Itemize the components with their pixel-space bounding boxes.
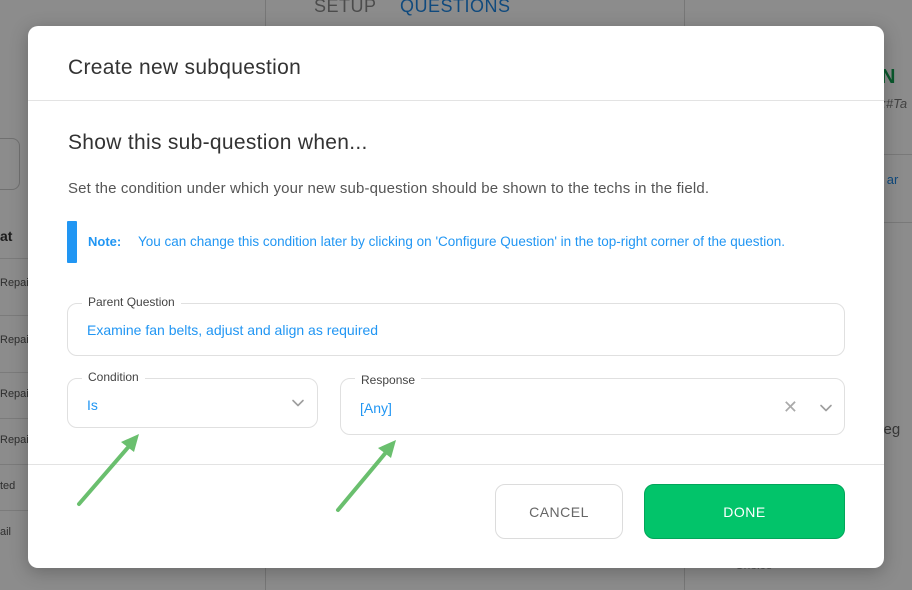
section-description: Set the condition under which your new s… [68,180,710,197]
note-label: Note: [88,234,122,249]
response-value: [Any] [360,400,392,416]
cancel-button[interactable]: CANCEL [495,484,623,539]
dialog-title: Create new subquestion [68,56,302,79]
parent-question-label: Parent Question [82,295,181,309]
note-text: You can change this condition later by c… [138,234,786,249]
condition-value: Is [87,397,98,413]
condition-select[interactable]: Condition Is [67,370,318,428]
create-subquestion-dialog: Create new subquestion Show this sub-que… [28,26,884,568]
done-button[interactable]: DONE [644,484,845,539]
chevron-down-icon[interactable] [819,401,833,415]
parent-question-value: Examine fan belts, adjust and align as r… [87,322,379,338]
response-select[interactable]: Response [Any] ✕ [340,373,845,435]
header-divider [28,100,884,101]
parent-question-field[interactable]: Parent Question Examine fan belts, adjus… [67,295,845,356]
footer-divider [28,464,884,465]
chevron-down-icon[interactable] [291,396,305,410]
note-callout: Note: You can change this condition late… [67,221,847,263]
condition-label: Condition [82,370,145,384]
section-title: Show this sub-question when... [68,131,368,154]
response-label: Response [355,373,422,387]
clear-x-icon[interactable]: ✕ [783,396,798,418]
note-accent-bar [67,221,77,263]
